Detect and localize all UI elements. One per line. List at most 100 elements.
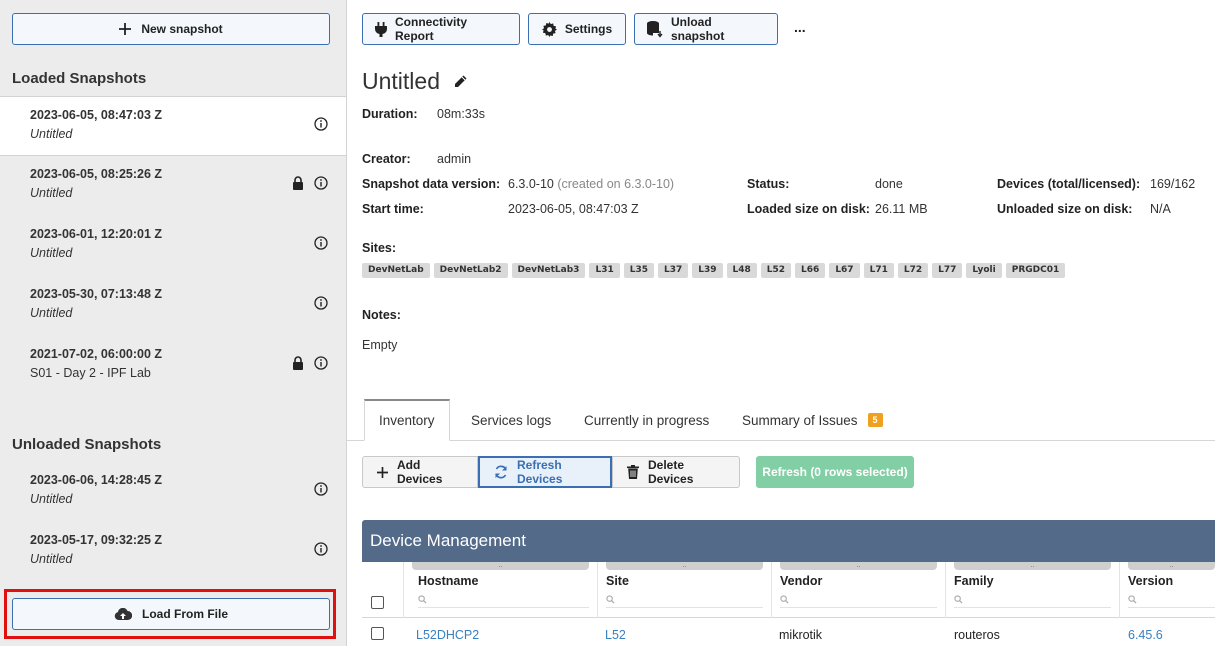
info-icon[interactable] <box>314 176 328 190</box>
site-tag: DevNetLab2 <box>433 263 508 278</box>
plug-icon <box>375 21 387 37</box>
column-header-label: Hostname <box>418 574 479 588</box>
data-version-value: 6.3.0-10 (created on 6.3.0-10) <box>508 177 674 191</box>
issues-count-badge: 5 <box>867 413 883 427</box>
hostname-filter-input[interactable] <box>418 594 589 608</box>
info-icon[interactable] <box>314 296 328 310</box>
new-snapshot-label: New snapshot <box>141 22 223 36</box>
delete-devices-label: Delete Devices <box>648 458 694 486</box>
site-tag: L71 <box>863 263 894 278</box>
cloud-upload-icon <box>114 607 132 621</box>
delete-devices-button[interactable]: Delete Devices <box>612 456 740 488</box>
tab-in-progress-label: Currently in progress <box>584 412 710 428</box>
loaded-snapshots-heading: Loaded Snapshots <box>12 70 147 87</box>
start-time-label: Start time: <box>362 202 424 216</box>
column-drag-handle[interactable]: .. <box>780 561 937 570</box>
unload-snapshot-button[interactable]: Unload snapshot <box>634 13 778 45</box>
select-all-checkbox[interactable] <box>371 596 384 609</box>
info-icon[interactable] <box>314 482 328 496</box>
site-tag: L37 <box>657 263 689 278</box>
column-vendor[interactable]: .. Vendor <box>772 561 946 618</box>
column-site[interactable]: .. Site <box>598 561 772 618</box>
loaded-snapshot-item[interactable]: 2023-06-05, 08:25:26 Z Untitled <box>0 156 346 216</box>
column-header-label: Site <box>606 574 629 588</box>
connectivity-report-button[interactable]: Connectivity Report <box>362 13 520 45</box>
column-drag-handle[interactable]: .. <box>1128 561 1215 570</box>
loaded-snapshot-item[interactable]: 2023-06-01, 12:20:01 Z Untitled <box>0 216 346 276</box>
refresh-selected-button[interactable]: Refresh (0 rows selected) <box>756 456 914 488</box>
gear-icon <box>541 21 557 37</box>
tab-summary-of-issues[interactable]: Summary of Issues 5 <box>728 399 897 441</box>
add-devices-label: Add Devices <box>397 458 443 486</box>
refresh-devices-button[interactable]: Refresh Devices <box>478 456 612 488</box>
loaded-snapshot-item[interactable]: 2023-05-30, 07:13:48 Z Untitled <box>0 276 346 336</box>
search-icon <box>954 595 963 604</box>
info-icon[interactable] <box>314 236 328 250</box>
site-tag: L67 <box>829 263 860 278</box>
load-from-file-label: Load From File <box>141 607 228 621</box>
unloaded-size-label: Unloaded size on disk: <box>997 202 1133 216</box>
new-snapshot-button[interactable]: New snapshot <box>12 13 330 45</box>
settings-button[interactable]: Settings <box>528 13 626 45</box>
loaded-snapshot-item[interactable]: 2023-06-05, 08:47:03 Z Untitled <box>0 96 346 156</box>
start-time-value: 2023-06-05, 08:47:03 Z <box>508 202 639 216</box>
duration-value: 08m:33s <box>437 107 485 121</box>
version-filter-input[interactable] <box>1128 594 1215 608</box>
device-management-title: Device Management <box>362 520 1215 562</box>
site-cell[interactable]: L52 <box>605 628 626 642</box>
creator-value: admin <box>437 152 472 166</box>
loaded-snapshot-item[interactable]: 2021-07-02, 06:00:00 Z S01 - Day 2 - IPF… <box>0 336 346 396</box>
database-download-icon <box>647 20 663 38</box>
snapshot-date: 2023-06-01, 12:20:01 Z <box>30 227 163 241</box>
site-tag: Lyoli <box>966 263 1002 278</box>
select-all-column <box>362 562 404 618</box>
column-hostname[interactable]: .. Hostname <box>404 561 598 618</box>
data-version-created: (created on 6.3.0-10) <box>557 177 675 191</box>
version-cell[interactable]: 6.45.6 <box>1128 628 1163 642</box>
sidebar: New snapshot Loaded Snapshots 2023-06-05… <box>0 0 347 646</box>
family-cell: routeros <box>954 628 1000 642</box>
info-icon[interactable] <box>314 542 328 556</box>
status-label: Status: <box>747 177 790 191</box>
notes-label: Notes: <box>362 308 401 322</box>
hostname-cell[interactable]: L52DHCP2 <box>416 628 479 642</box>
more-menu-button[interactable]: ... <box>794 19 806 35</box>
site-filter-input[interactable] <box>606 594 763 608</box>
unload-snapshot-label: Unload snapshot <box>671 15 725 43</box>
add-devices-button[interactable]: Add Devices <box>362 456 478 488</box>
site-tag: L31 <box>589 263 620 278</box>
info-icon[interactable] <box>314 117 328 131</box>
search-icon <box>606 595 615 604</box>
site-tag: L77 <box>932 263 963 278</box>
devices-label: Devices (total/licensed): <box>997 177 1141 191</box>
tab-services-logs[interactable]: Services logs <box>457 399 565 441</box>
edit-pencil-icon[interactable] <box>454 75 467 88</box>
tab-inventory-label: Inventory <box>379 413 435 428</box>
info-icon[interactable] <box>314 356 328 370</box>
settings-label: Settings <box>564 22 613 36</box>
unloaded-snapshot-item[interactable]: 2023-05-17, 09:32:25 Z Untitled <box>0 522 346 582</box>
vendor-cell: mikrotik <box>779 628 823 642</box>
unloaded-size-value: N/A <box>1150 202 1171 216</box>
snapshot-date: 2023-05-17, 09:32:25 Z <box>30 533 163 547</box>
load-from-file-button[interactable]: Load From File <box>12 598 330 630</box>
row-checkbox[interactable] <box>371 627 384 640</box>
refresh-devices-label: Refresh Devices <box>517 458 563 486</box>
search-icon <box>418 595 427 604</box>
vendor-filter-input[interactable] <box>780 594 937 608</box>
search-icon <box>1128 595 1137 604</box>
column-family[interactable]: .. Family <box>946 561 1120 618</box>
column-version[interactable]: .. Version <box>1120 561 1215 618</box>
unloaded-snapshot-item[interactable]: 2023-06-06, 14:28:45 Z Untitled <box>0 462 346 522</box>
tab-inventory[interactable]: Inventory <box>364 399 450 441</box>
column-drag-handle[interactable]: .. <box>606 561 763 570</box>
site-tag: L35 <box>623 263 654 278</box>
connectivity-report-label: Connectivity Report <box>395 15 468 43</box>
lock-icon <box>293 176 303 190</box>
tab-currently-in-progress[interactable]: Currently in progress <box>570 399 723 441</box>
column-drag-handle[interactable]: .. <box>412 561 589 570</box>
column-drag-handle[interactable]: .. <box>954 561 1111 570</box>
data-version-label: Snapshot data version: <box>362 177 501 191</box>
family-filter-input[interactable] <box>954 594 1111 608</box>
column-header-label: Family <box>954 574 994 588</box>
